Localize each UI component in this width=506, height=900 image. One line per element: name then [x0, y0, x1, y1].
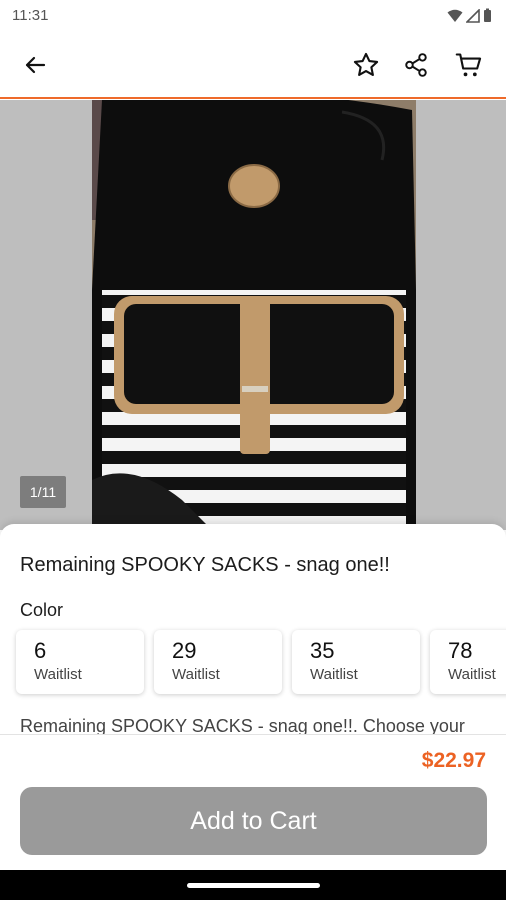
variant-number: 29 — [172, 638, 197, 663]
product-price: $22.97 — [421, 749, 486, 772]
variant-option[interactable]: 35 Waitlist — [292, 630, 420, 694]
variant-status: Waitlist — [34, 666, 82, 683]
variant-status: Waitlist — [172, 666, 220, 683]
variant-option[interactable]: 6 Waitlist — [16, 630, 144, 694]
wifi-icon — [447, 9, 463, 22]
product-title: Remaining SPOOKY SACKS - snag one!! — [20, 554, 390, 576]
variant-number: 35 — [310, 638, 335, 663]
home-gesture-handle[interactable] — [187, 883, 320, 888]
color-label: Color — [20, 600, 64, 620]
backpack-image — [92, 100, 416, 530]
variant-number: 78 — [448, 638, 473, 663]
system-nav-bar — [0, 870, 506, 900]
back-button[interactable] — [19, 49, 51, 81]
variant-option[interactable]: 78 Waitlist — [430, 630, 506, 694]
share-icon — [405, 53, 427, 77]
arrow-left-icon — [25, 56, 46, 74]
product-sheet: Remaining SPOOKY SACKS - snag one!! Colo… — [0, 524, 506, 734]
variant-status: Waitlist — [448, 666, 496, 683]
product-photo[interactable] — [92, 100, 416, 530]
share-button[interactable] — [400, 49, 432, 81]
app-bar — [0, 32, 506, 99]
color-variants: 6 Waitlist 29 Waitlist 35 Waitlist 78 Wa… — [16, 630, 506, 694]
star-icon — [353, 52, 379, 76]
status-bar: 11:31 — [0, 0, 506, 32]
cart-icon — [455, 53, 482, 77]
status-icons — [447, 8, 492, 23]
variant-number: 6 — [34, 638, 47, 663]
status-time: 11:31 — [12, 7, 49, 24]
cart-button[interactable] — [453, 49, 485, 81]
purchase-footer: $22.97 Add to Cart — [0, 734, 506, 870]
add-to-cart-button[interactable]: Add to Cart — [20, 787, 487, 855]
photo-counter: 1/11 — [20, 476, 66, 508]
product-description: Remaining SPOOKY SACKS - snag one!!. Cho… — [20, 716, 465, 734]
product-gallery[interactable]: 1/11 — [0, 100, 506, 530]
battery-icon — [484, 8, 491, 22]
signal-icon — [466, 8, 480, 23]
variant-option[interactable]: 29 Waitlist — [154, 630, 282, 694]
variant-status: Waitlist — [310, 666, 358, 683]
favorite-button[interactable] — [350, 49, 382, 81]
